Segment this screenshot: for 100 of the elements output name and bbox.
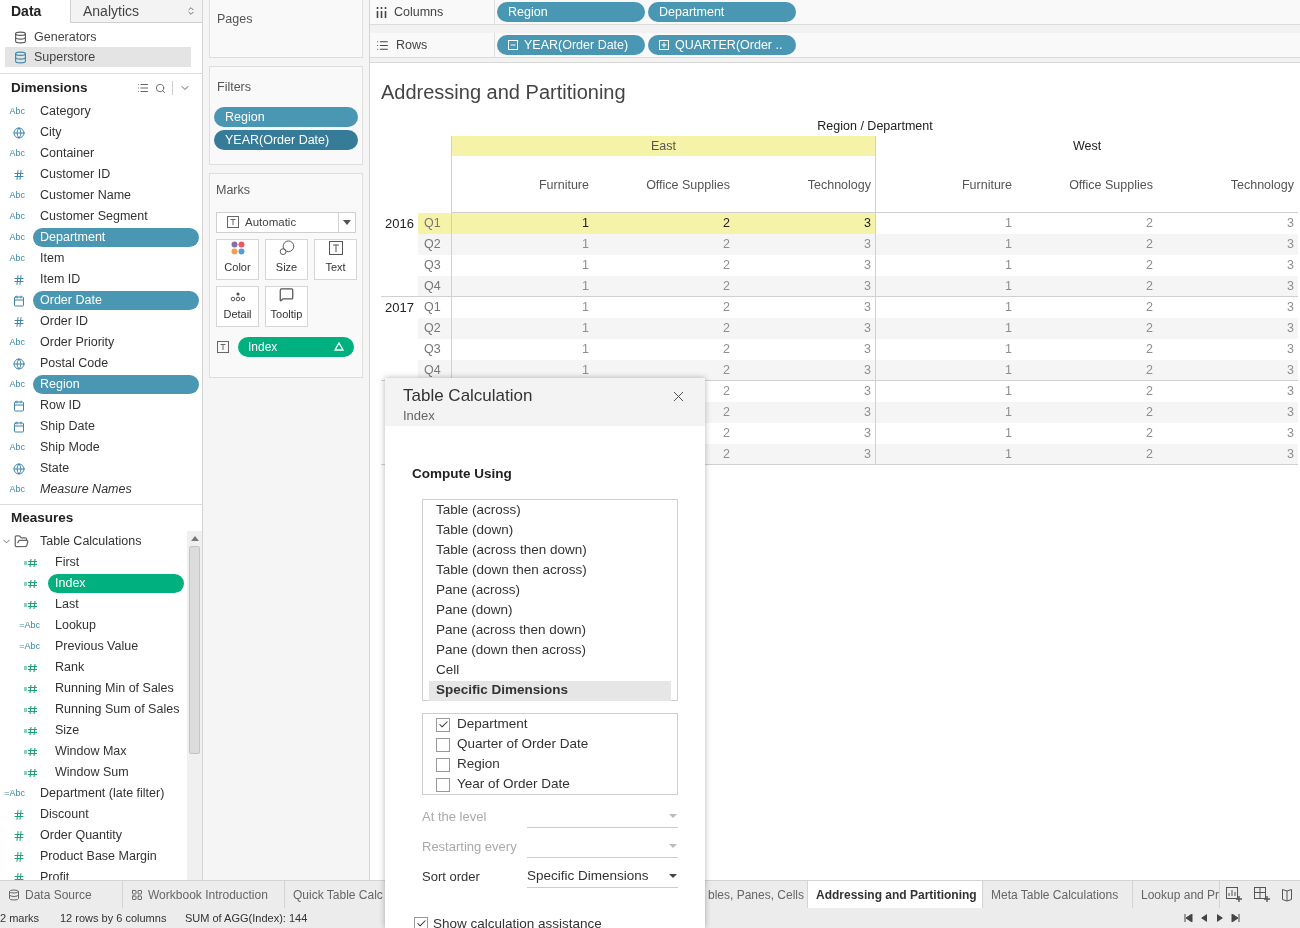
next-page-icon[interactable] [1216, 914, 1223, 922]
field-item[interactable]: Window Max [48, 742, 184, 761]
quarter-label: Q2 [424, 320, 441, 338]
scrollbar[interactable] [187, 531, 202, 880]
list-view-icon[interactable] [137, 82, 149, 94]
status-text: 2 marks [0, 910, 41, 926]
field-item[interactable]: Rank [48, 658, 184, 677]
checkbox-label: Year of Order Date [457, 775, 570, 794]
select-field[interactable]: Specific Dimensions [527, 865, 678, 888]
compute-option[interactable]: Pane (down then across) [429, 640, 671, 661]
field-item[interactable]: Discount [33, 805, 184, 824]
field-item[interactable]: Running Min of Sales [48, 679, 184, 698]
table-cell-text: 3 [864, 383, 871, 401]
card-title: Marks [216, 182, 252, 199]
field-item[interactable]: Customer Segment [33, 207, 199, 226]
marks-button[interactable]: Text [314, 238, 357, 280]
field-item[interactable]: City [33, 123, 199, 142]
table-cell-text: 1 [582, 277, 589, 295]
dimension-checkbox[interactable] [436, 777, 450, 792]
field-item[interactable]: First [48, 553, 184, 572]
field-item[interactable]: Customer ID [33, 165, 199, 184]
caret-icon [669, 874, 677, 878]
table-cell-text: 1 [1005, 361, 1012, 379]
field-item[interactable]: Last [48, 595, 184, 614]
table-cell-text: 3 [1287, 425, 1294, 443]
field-item[interactable]: Order Priority [33, 333, 199, 352]
field-item[interactable]: Postal Code [33, 354, 199, 373]
scroll-up-icon[interactable] [190, 536, 199, 541]
table-cell-text: 2 [1146, 277, 1153, 295]
table-cell-text: 3 [1287, 320, 1294, 338]
table-cell-text: 3 [864, 236, 871, 254]
pane-tab[interactable]: Data [0, 0, 70, 23]
field-item[interactable]: Running Sum of Sales [48, 700, 187, 719]
table-cell-text: 1 [1005, 320, 1012, 338]
data-source-item[interactable]: Generators [5, 27, 191, 47]
collapse-box-icon[interactable] [508, 40, 518, 50]
field-item[interactable]: Ship Date [33, 417, 199, 436]
compute-option[interactable]: Table (down then across) [429, 560, 671, 581]
field-item[interactable]: Item ID [33, 270, 199, 289]
table-cell-text: 2 [1146, 257, 1153, 275]
new-dashboard-icon[interactable] [1254, 887, 1270, 902]
folder-item[interactable]: Table Calculations [33, 532, 149, 551]
data-type-label: Abc [9, 104, 25, 118]
compute-option[interactable]: Table (across) [429, 500, 671, 521]
assistance-checkbox[interactable] [414, 916, 428, 928]
table-cell-text: 2 [1146, 383, 1153, 401]
hash-icon [13, 168, 25, 181]
field-item[interactable]: State [33, 459, 199, 478]
marks-button[interactable]: Color [216, 238, 259, 280]
table-cell-text: 2 [723, 404, 730, 422]
field-item[interactable]: Lookup [48, 616, 184, 635]
field-item[interactable]: Container [33, 144, 199, 163]
field-item[interactable]: Window Sum [48, 763, 184, 782]
new-worksheet-icon[interactable] [1226, 887, 1242, 902]
compute-option[interactable]: Pane (across then down) [429, 620, 671, 641]
previous-page-icon[interactable] [1201, 914, 1208, 922]
compute-option[interactable]: Pane (across) [429, 580, 671, 601]
compute-option[interactable]: Cell [429, 660, 671, 681]
field-item[interactable]: Size [48, 721, 184, 740]
compute-option[interactable]: Specific Dimensions [429, 680, 671, 701]
expand-box-icon[interactable] [659, 40, 669, 50]
field-item[interactable]: Previous Value [48, 637, 184, 656]
field-item[interactable]: Product Base Margin [33, 847, 184, 866]
field-item[interactable]: Row ID [33, 396, 199, 415]
sheet-tab[interactable]: Addressing and Partitioning [808, 881, 983, 908]
field-item[interactable]: Order Quantity [33, 826, 184, 845]
new-story-icon[interactable] [1282, 887, 1292, 902]
view-title: Addressing and Partitioning [381, 80, 627, 105]
field-item[interactable]: Ship Mode [33, 438, 199, 457]
field-item[interactable]: Measure Names [33, 480, 199, 499]
field-item[interactable]: Order ID [33, 312, 199, 331]
table-cell-text: 2 [723, 299, 730, 317]
last-page-icon[interactable] [1231, 914, 1240, 922]
dimension-checkbox[interactable] [436, 757, 450, 772]
calculated-hash-icon [24, 746, 40, 757]
field-item[interactable]: Category [33, 102, 199, 121]
marks-button[interactable]: Detail [216, 285, 259, 327]
filter-pill[interactable]: YEAR(Order Date) [214, 130, 358, 150]
field-item[interactable]: Item [33, 249, 199, 268]
marks-button[interactable]: Tooltip [265, 285, 308, 327]
table-cell-text: 3 [864, 404, 871, 422]
calculated-hash-icon [24, 704, 40, 715]
field-item[interactable]: Customer Name [33, 186, 199, 205]
dialog-subtitle: Index [403, 407, 436, 425]
search-icon[interactable] [155, 82, 166, 94]
first-page-icon[interactable] [1184, 914, 1193, 922]
table-cell-text: 3 [864, 445, 871, 463]
field-item[interactable]: Department (late filter) [33, 784, 184, 803]
mark-type-dropdown[interactable]: Automatic [216, 211, 356, 233]
pane-tab[interactable]: Analytics [70, 0, 202, 23]
data-type-label: Abc [9, 230, 25, 244]
compute-option[interactable]: Table (down) [429, 520, 671, 541]
marks-button[interactable]: Size [265, 238, 308, 280]
data-source-item[interactable]: Superstore [5, 47, 191, 67]
dimension-checkbox[interactable] [436, 737, 450, 752]
dimension-checkbox[interactable] [436, 717, 450, 732]
calculated-hash-icon [24, 767, 40, 778]
compute-option[interactable]: Pane (down) [429, 600, 671, 621]
table-cell-text: 1 [1005, 445, 1012, 463]
compute-option[interactable]: Table (across then down) [429, 540, 671, 561]
